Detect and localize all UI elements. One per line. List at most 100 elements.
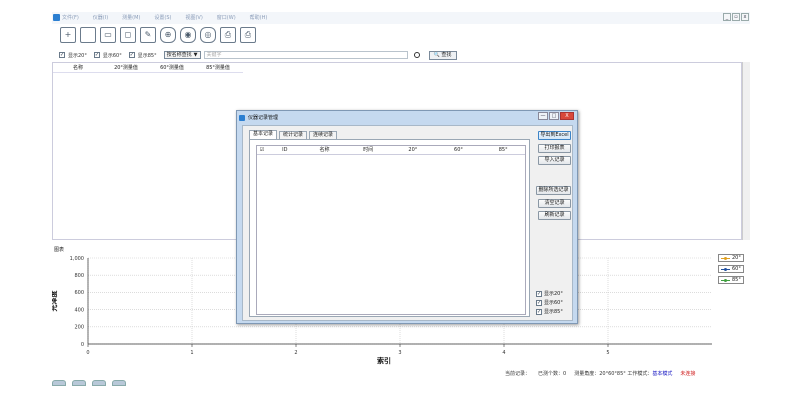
show-60-checkbox[interactable]: ✓ <box>93 52 100 58</box>
print-icon[interactable]: ⎙ <box>220 27 236 43</box>
legend-marker-85 <box>721 278 730 282</box>
show-20-label: 显示20° <box>68 52 87 59</box>
measure-icon[interactable]: ✎ <box>140 27 156 43</box>
print-report-button[interactable]: 打印报表 <box>538 144 571 153</box>
menu-bar: 文件(F) 仪器(I) 测量(M) 设置(S) 视图(V) 窗口(W) 帮助(H… <box>62 14 267 22</box>
app-logo-icon <box>53 14 60 21</box>
legend-label-20: 20° <box>732 255 741 261</box>
refresh-records-button[interactable]: 刷新记录 <box>538 211 571 220</box>
status-mode-value: 基本模式 <box>652 371 673 377</box>
dialog-show-85-label: 显示85° <box>544 309 563 315</box>
filter-bar: ✓ 显示20° ✓ 显示60° ✓ 显示85° 按名称查找 ▼ 关键字 🔍 查找 <box>52 49 750 61</box>
status-angle: 测量角度：20°60°85° 工作模式：基本模式 <box>574 369 672 379</box>
x-tick-label: 4 <box>502 350 505 356</box>
dialog-maximize-button[interactable]: □ <box>549 112 559 120</box>
tab-pane: ☑ ID 名称 时间 20° 60° 85° <box>249 139 530 317</box>
y-tick-label: 800 <box>74 273 84 279</box>
status-measured-count: 已测个数：0 <box>538 371 567 377</box>
record-icon[interactable]: ⊕ <box>160 27 176 43</box>
show-60-label: 显示60° <box>102 52 122 59</box>
menu-settings[interactable]: 设置(S) <box>154 14 171 22</box>
x-tick-label: 1 <box>190 350 193 356</box>
taskbar <box>52 380 162 386</box>
print-preview-icon[interactable]: ⎙ <box>240 27 256 43</box>
col-dialog-name[interactable]: 名称 <box>303 146 347 154</box>
dialog-title-bar: 仪器记录管理 <box>239 113 278 122</box>
dialog-window-controls: — □ X <box>538 112 574 120</box>
x-tick-label: 3 <box>398 350 401 356</box>
app-window: 文件(F) 仪器(I) 测量(M) 设置(S) 视图(V) 窗口(W) 帮助(H… <box>0 0 790 418</box>
legend-marker-60 <box>721 267 730 271</box>
taskbar-start-icon[interactable] <box>52 380 66 386</box>
query-button[interactable]: 🔍 查找 <box>428 50 457 60</box>
chart-panel-title: 图表 <box>54 247 65 253</box>
legend-item-85[interactable]: 85° <box>718 276 744 284</box>
menu-instrument[interactable]: 仪器(I) <box>93 14 108 22</box>
col-name[interactable]: 名称 <box>53 63 103 72</box>
status-mode-label: 工作模式： <box>627 371 653 377</box>
close-button[interactable]: x <box>741 13 749 21</box>
dialog-show-20-label: 显示20° <box>544 291 563 297</box>
col-20[interactable]: 20°测量值 <box>103 63 149 72</box>
col-dialog-60[interactable]: 60° <box>436 146 482 154</box>
show-85-label: 显示85° <box>137 52 157 59</box>
window-controls: _ ▫ x <box>723 13 749 21</box>
legend-item-60[interactable]: 60° <box>718 265 744 273</box>
x-tick-label: 2 <box>294 350 297 356</box>
menu-file[interactable]: 文件(F) <box>62 14 79 22</box>
menu-help[interactable]: 帮助(H) <box>250 14 268 22</box>
col-85[interactable]: 85°测量值 <box>195 63 241 72</box>
taskbar-window-icon[interactable] <box>112 380 126 386</box>
col-dialog-85[interactable]: 85° <box>481 146 525 154</box>
x-tick-label: 5 <box>606 350 609 356</box>
dialog-show-85: ✓ 显示85° <box>536 308 563 315</box>
minimize-button[interactable]: _ <box>723 13 731 21</box>
settings-icon[interactable]: ◉ <box>180 27 196 43</box>
show-20-checkbox[interactable]: ✓ <box>59 52 65 58</box>
show-85-checkbox[interactable]: ✓ <box>128 52 135 58</box>
delete-selected-button[interactable]: 删除所选记录 <box>536 186 571 195</box>
taskbar-app-icon[interactable] <box>72 380 86 386</box>
dialog-show-20-checkbox[interactable]: ✓ <box>536 290 542 297</box>
dialog-close-button[interactable]: X <box>560 112 574 120</box>
legend-item-20[interactable]: 20° <box>718 254 744 262</box>
col-id[interactable]: ID <box>267 146 303 154</box>
menu-view[interactable]: 视图(V) <box>185 14 202 22</box>
search-icon[interactable]: ◎ <box>200 27 216 43</box>
legend-label-60: 60° <box>732 266 741 272</box>
menu-window[interactable]: 窗口(W) <box>217 14 236 22</box>
device-icon[interactable]: ◻ <box>120 27 136 43</box>
dialog-records-table: ☑ ID 名称 时间 20° 60° 85° <box>256 145 526 315</box>
keyword-input[interactable]: 关键字 <box>203 51 408 59</box>
save-icon[interactable]: ▭ <box>100 27 116 43</box>
y-tick-label: 600 <box>74 290 84 296</box>
tab-basic-records[interactable]: 基本记录 <box>249 130 278 139</box>
y-axis-label: 光泽度 <box>52 290 58 313</box>
import-records-button[interactable]: 导入记录 <box>538 156 571 165</box>
tab-statistics-records[interactable]: 统计记录 <box>279 131 308 139</box>
open-folder-icon[interactable] <box>80 27 96 43</box>
toolbar: + ▭ ◻ ✎ ⊕ ◉ ◎ ⎙ ⎙ <box>52 24 750 46</box>
dialog-show-60-checkbox[interactable]: ✓ <box>536 299 542 306</box>
dialog-show-85-checkbox[interactable]: ✓ <box>536 308 542 315</box>
col-dialog-20[interactable]: 20° <box>390 146 436 154</box>
taskbar-browser-icon[interactable] <box>92 380 106 386</box>
record-manager-dialog: 仪器记录管理 — □ X 基本记录 统计记录 连续记录 ☑ ID 名称 时间 2… <box>236 110 578 324</box>
export-excel-button[interactable]: 导出到Excel <box>538 131 571 140</box>
clear-icon[interactable] <box>413 52 420 58</box>
dialog-minimize-button[interactable]: — <box>538 112 548 120</box>
clear-records-button[interactable]: 清空记录 <box>538 199 571 208</box>
search-mode-select[interactable]: 按名称查找 ▼ <box>163 51 201 59</box>
col-time[interactable]: 时间 <box>346 146 390 154</box>
vertical-scrollbar[interactable] <box>742 62 750 240</box>
select-all-checkbox[interactable]: ☑ <box>257 146 267 154</box>
maximize-button[interactable]: ▫ <box>732 13 740 21</box>
tab-continuous-records[interactable]: 连续记录 <box>309 131 338 139</box>
menu-measure[interactable]: 测量(M) <box>122 14 140 22</box>
col-60[interactable]: 60°测量值 <box>149 63 195 72</box>
new-file-icon[interactable]: + <box>60 27 76 43</box>
legend-marker-20 <box>721 256 730 260</box>
chart-legend: 20° 60° 85° <box>718 254 744 287</box>
x-tick-label: 0 <box>86 350 89 356</box>
dialog-title: 仪器记录管理 <box>248 115 279 121</box>
